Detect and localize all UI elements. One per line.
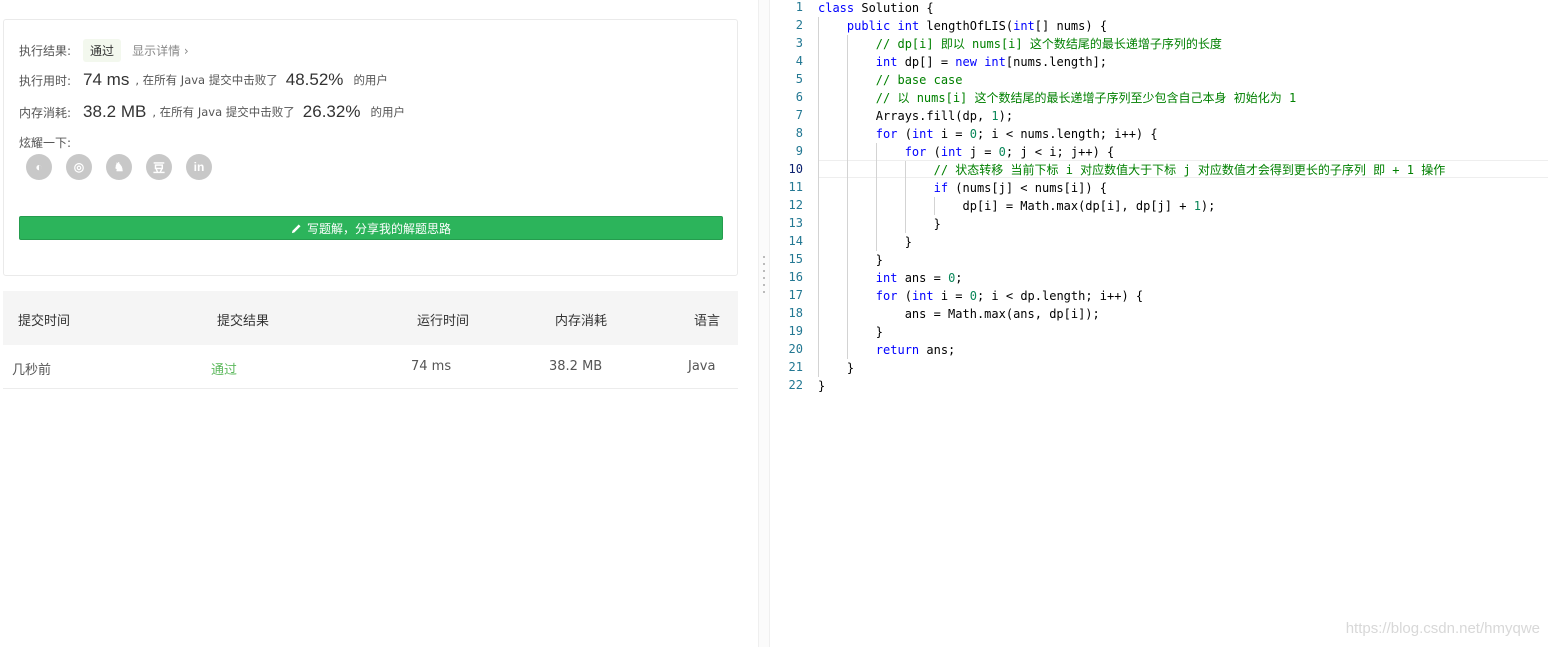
code-line[interactable]: if (nums[j] < nums[i]) { xyxy=(818,179,1107,197)
memory-beat-suffix: 的用户 xyxy=(370,105,405,119)
runtime-row: 执行用时: 74 ms , 在所有 Java 提交中击败了 48.52% 的用户 xyxy=(19,70,388,90)
code-line[interactable]: } xyxy=(818,359,854,377)
line-number: 3 xyxy=(795,36,803,50)
line-number: 9 xyxy=(795,144,803,158)
line-number: 7 xyxy=(795,108,803,122)
header-submit-time[interactable]: 提交时间 xyxy=(18,310,70,329)
share-icons: ◐ ◎ ♞ 豆 in xyxy=(26,154,212,180)
cell-result[interactable]: 通过 xyxy=(211,359,237,378)
code-line[interactable]: // 以 nums[i] 这个数结尾的最长递增子序列至少包含自己本身 初始化为 … xyxy=(818,89,1296,107)
memory-beat-prefix: , 在所有 Java 提交中击败了 xyxy=(152,105,295,119)
line-number: 20 xyxy=(788,342,803,356)
cell-memory: 38.2 MB xyxy=(549,359,603,374)
status-badge: 通过 xyxy=(83,39,122,62)
memory-label: 内存消耗: xyxy=(19,105,72,120)
line-number: 6 xyxy=(795,90,803,104)
indent-guide xyxy=(875,143,877,251)
code-line[interactable]: return ans; xyxy=(818,341,955,359)
line-number: 19 xyxy=(788,324,803,338)
result-card: 执行结果: 通过 显示详情 › 执行用时: 74 ms , 在所有 Java 提… xyxy=(3,19,738,276)
line-number: 21 xyxy=(788,360,803,374)
cell-runtime: 74 ms xyxy=(411,359,452,374)
resize-grip-icon xyxy=(763,256,765,298)
code-line[interactable]: // 状态转移 当前下标 i 对应数值大于下标 j 对应数值才会得到更长的子序列… xyxy=(818,161,1446,179)
code-line[interactable]: // base case xyxy=(818,71,963,89)
runtime-label: 执行用时: xyxy=(19,73,72,88)
code-line[interactable]: } xyxy=(818,233,912,251)
code-line[interactable]: public int lengthOfLIS(int[] nums) { xyxy=(818,17,1107,35)
runtime-beat-suffix: 的用户 xyxy=(353,73,388,87)
line-number: 17 xyxy=(788,288,803,302)
submissions-table-header: 提交时间 提交结果 运行时间 内存消耗 语言 xyxy=(3,291,738,345)
line-number: 1 xyxy=(795,0,803,14)
code-line[interactable]: for (int i = 0; i < nums.length; i++) { xyxy=(818,125,1158,143)
code-line[interactable]: class Solution { xyxy=(818,0,934,17)
share-label: 炫耀一下: xyxy=(19,136,72,150)
code-line[interactable]: } xyxy=(818,323,883,341)
douban-icon[interactable]: 豆 xyxy=(146,154,172,180)
line-number: 18 xyxy=(788,306,803,320)
line-number: 4 xyxy=(795,54,803,68)
line-number: 5 xyxy=(795,72,803,86)
code-line[interactable]: int dp[] = new int[nums.length]; xyxy=(818,53,1107,71)
line-number: 2 xyxy=(795,18,803,32)
indent-guide xyxy=(933,197,935,215)
runtime-value: 74 ms xyxy=(83,70,130,89)
line-number: 16 xyxy=(788,270,803,284)
line-number: 8 xyxy=(795,126,803,140)
submission-panel: 执行结果: 通过 显示详情 › 执行用时: 74 ms , 在所有 Java 提… xyxy=(0,0,758,647)
code-line[interactable]: ans = Math.max(ans, dp[i]); xyxy=(818,305,1100,323)
qq-icon[interactable]: ♞ xyxy=(106,154,132,180)
line-number: 12 xyxy=(788,198,803,212)
header-result[interactable]: 提交结果 xyxy=(217,310,269,329)
code-line[interactable]: int ans = 0; xyxy=(818,269,963,287)
code-line[interactable]: dp[i] = Math.max(dp[i], dp[j] + 1); xyxy=(818,197,1215,215)
write-solution-button[interactable]: 写题解，分享我的解题思路 xyxy=(19,216,723,240)
line-number: 14 xyxy=(788,234,803,248)
indent-guide xyxy=(818,17,819,377)
status-label: 执行结果: xyxy=(19,44,72,58)
show-details-link[interactable]: 显示详情 › xyxy=(132,42,189,59)
header-runtime[interactable]: 运行时间 xyxy=(417,310,469,329)
code-line[interactable]: for (int i = 0; i < dp.length; i++) { xyxy=(818,287,1143,305)
code-line[interactable]: } xyxy=(818,251,883,269)
pencil-icon xyxy=(291,223,301,233)
weibo-icon[interactable]: ◎ xyxy=(66,154,92,180)
write-solution-label: 写题解，分享我的解题思路 xyxy=(306,221,451,236)
line-number: 13 xyxy=(788,216,803,230)
code-line[interactable]: for (int j = 0; j < i; j++) { xyxy=(818,143,1115,161)
linkedin-icon[interactable]: in xyxy=(186,154,212,180)
header-language[interactable]: 语言 xyxy=(694,310,720,329)
header-memory[interactable]: 内存消耗 xyxy=(555,310,607,329)
code-line[interactable]: } xyxy=(818,377,825,395)
status-row: 执行结果: 通过 显示详情 › xyxy=(19,39,189,62)
line-number: 15 xyxy=(788,252,803,266)
indent-guide xyxy=(846,35,848,359)
code-line[interactable]: } xyxy=(818,215,941,233)
cell-submit-time: 几秒前 xyxy=(12,363,52,378)
code-editor[interactable]: 1 2 3 4 5 6 7 8 9 10 11 12 13 14 15 16 17 18 19 20 21 22 clas… xyxy=(771,0,1548,647)
runtime-percent: 48.52% xyxy=(285,70,344,89)
line-number: 10 xyxy=(788,162,803,176)
watermark: https://blog.csdn.net/hmyqwe xyxy=(1345,620,1540,637)
memory-percent: 26.32% xyxy=(302,102,361,121)
memory-row: 内存消耗: 38.2 MB , 在所有 Java 提交中击败了 26.32% 的… xyxy=(19,102,405,122)
code-line[interactable]: // dp[i] 即以 nums[i] 这个数结尾的最长递增子序列的长度 xyxy=(818,35,1222,53)
indent-guide xyxy=(904,161,906,233)
share-row-label: 炫耀一下: xyxy=(19,134,71,151)
runtime-beat-prefix: , 在所有 Java 提交中击败了 xyxy=(135,73,278,87)
memory-value: 38.2 MB xyxy=(83,102,147,121)
line-number: 11 xyxy=(788,180,803,194)
wechat-icon[interactable]: ◐ xyxy=(26,154,52,180)
panel-resize-handle[interactable] xyxy=(758,0,770,647)
line-number: 22 xyxy=(788,378,803,392)
table-row[interactable]: 几秒前 通过 74 ms 38.2 MB Java xyxy=(3,345,738,389)
cell-language: Java xyxy=(688,359,716,374)
